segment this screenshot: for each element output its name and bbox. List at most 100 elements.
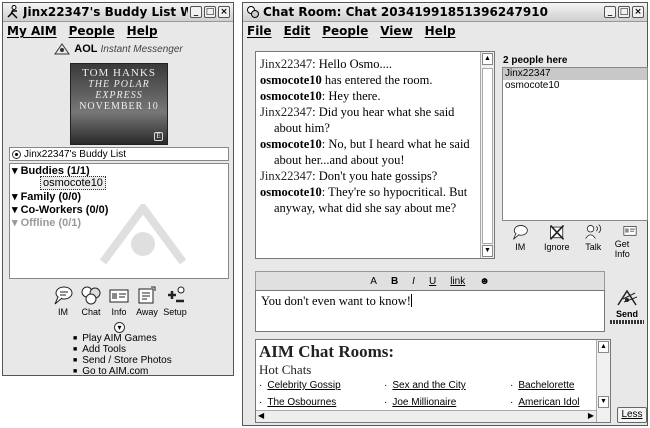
- room-link[interactable]: The Osbournes: [259, 397, 336, 408]
- menu-help[interactable]: Help: [425, 24, 456, 38]
- conversation-text: Jinx22347: Hello Osmo.... osmocote10 has …: [260, 56, 478, 216]
- talk-label: Talk: [585, 242, 602, 252]
- bold-button[interactable]: B: [391, 276, 398, 287]
- message-text: has entered the room.: [321, 73, 433, 87]
- link-button[interactable]: link: [450, 276, 465, 287]
- info-button[interactable]: Info: [106, 284, 132, 317]
- buddy-window-title: Jinx22347's Buddy List Wi...: [23, 5, 188, 19]
- scroll-right-icon[interactable]: ▶: [588, 411, 594, 420]
- scroll-down-icon[interactable]: ▼: [482, 245, 493, 257]
- eye-icon: [12, 149, 21, 159]
- buddy-osmocote10[interactable]: osmocote10: [10, 176, 228, 190]
- close-button[interactable]: ×: [218, 6, 230, 18]
- aol-watermark-icon: [99, 204, 187, 264]
- message-sender[interactable]: Jinx22347: [260, 169, 312, 183]
- message-sender[interactable]: Jinx22347: [260, 57, 312, 71]
- conversation-pane[interactable]: Jinx22347: Hello Osmo.... osmocote10 has …: [255, 51, 495, 259]
- people-list: Jinx22347 osmocote10: [502, 67, 648, 221]
- expand-chevron-icon[interactable]: ▾: [114, 322, 125, 333]
- message-sender[interactable]: osmocote10: [260, 185, 322, 199]
- chat-message: Jinx22347: Don't you hate gossips?: [260, 168, 478, 184]
- ignore-label: Ignore: [543, 242, 570, 252]
- person-jinx22347[interactable]: Jinx22347: [503, 68, 647, 80]
- chat-message: Jinx22347: Did you hear what she said ab…: [260, 104, 478, 136]
- smiley-icon[interactable]: ☻: [479, 276, 490, 287]
- message-sender[interactable]: Jinx22347: [260, 105, 312, 119]
- closed-caption-icon: E: [154, 132, 163, 141]
- ignore-icon: [549, 224, 564, 240]
- less-button[interactable]: Less: [617, 407, 647, 423]
- aol-triangle-icon: [54, 43, 71, 55]
- scroll-up-icon[interactable]: ▲: [482, 53, 493, 65]
- get-info-button[interactable]: Get Info: [615, 223, 645, 259]
- room-link[interactable]: Joe Millionaire: [384, 397, 456, 408]
- chat-message: Jinx22347: Hello Osmo....: [260, 56, 478, 72]
- minimize-button[interactable]: _: [604, 6, 616, 18]
- ignore-button[interactable]: Ignore: [542, 223, 572, 259]
- message-sender[interactable]: osmocote10: [260, 137, 322, 151]
- im-person-button[interactable]: IM: [505, 223, 535, 259]
- text-caret: [410, 294, 412, 307]
- link-play-aim-games[interactable]: Play AIM Games: [73, 333, 172, 344]
- font-size-button[interactable]: A: [370, 276, 377, 287]
- chat-window-title: Chat Room: Chat 20341991851396247910: [263, 5, 548, 19]
- group-family[interactable]: ▾ Family (0/0): [10, 190, 228, 203]
- info-icon: [109, 289, 129, 303]
- message-sender[interactable]: osmocote10: [260, 73, 322, 87]
- chat-menubar: File Edit People View Help: [243, 22, 647, 40]
- chat-message: osmocote10: Hey there.: [260, 88, 478, 104]
- advertisement-banner[interactable]: TOM HANKS THE POLAR EXPRESS NOVEMBER 10 …: [70, 63, 168, 145]
- send-label: Send: [615, 309, 638, 319]
- room-link[interactable]: Celebrity Gossip: [259, 380, 340, 391]
- maximize-button[interactable]: □: [204, 6, 216, 18]
- menu-view[interactable]: View: [380, 24, 412, 38]
- menu-help[interactable]: Help: [127, 24, 158, 38]
- conversation-scrollbar[interactable]: ▲ ▼: [480, 52, 494, 258]
- scroll-thumb[interactable]: [482, 68, 493, 244]
- close-button[interactable]: ×: [632, 6, 644, 18]
- get-info-label: Get Info: [614, 239, 630, 259]
- link-go-to-aim[interactable]: Go to AIM.com: [73, 366, 172, 377]
- scroll-up-icon[interactable]: ▲: [598, 341, 609, 353]
- chat-message: osmocote10: No, but I heard what he said…: [260, 136, 478, 168]
- underline-button[interactable]: U: [429, 276, 436, 287]
- menu-my-aim[interactable]: My AIM: [7, 24, 57, 38]
- menu-file[interactable]: File: [247, 24, 272, 38]
- message-input[interactable]: You don't even want to know!: [255, 290, 605, 332]
- buddy-list-selector[interactable]: Jinx22347's Buddy List: [9, 147, 229, 161]
- rooms-vscrollbar[interactable]: ▲ ▼: [596, 340, 610, 422]
- link-send-store-photos[interactable]: Send / Store Photos: [73, 355, 172, 366]
- menu-edit[interactable]: Edit: [284, 24, 311, 38]
- room-link[interactable]: American Idol: [510, 397, 579, 408]
- buddy-list-window: Jinx22347's Buddy List Wi... _ □ × My AI…: [2, 2, 234, 377]
- message-input-text: You don't even want to know!: [261, 294, 411, 308]
- menu-people[interactable]: People: [69, 24, 115, 38]
- chat-button[interactable]: Chat: [78, 284, 104, 317]
- im-button[interactable]: IM: [50, 284, 76, 317]
- rooms-hscrollbar[interactable]: ◀ ▶: [256, 410, 596, 422]
- chat-icon: [81, 286, 101, 305]
- link-add-tools[interactable]: Add Tools: [73, 344, 172, 355]
- minimize-button[interactable]: _: [190, 6, 202, 18]
- person-osmocote10[interactable]: osmocote10: [503, 80, 647, 92]
- message-sender[interactable]: osmocote10: [260, 89, 322, 103]
- chat-titlebar[interactable]: Chat Room: Chat 20341991851396247910 _ □…: [243, 3, 647, 22]
- scroll-down-icon[interactable]: ▼: [598, 396, 609, 408]
- buddy-list-titlebar[interactable]: Jinx22347's Buddy List Wi... _ □ ×: [3, 3, 233, 22]
- away-button[interactable]: Away: [134, 284, 160, 317]
- send-icon: [617, 289, 638, 306]
- formatting-toolbar: A B I U link ☻: [255, 271, 605, 291]
- talk-button[interactable]: Talk: [578, 223, 608, 259]
- menu-people[interactable]: People: [322, 24, 368, 38]
- room-link[interactable]: Sex and the City: [384, 380, 465, 391]
- away-label: Away: [136, 307, 158, 317]
- message-text: Don't you hate gossips?: [315, 169, 438, 183]
- room-link[interactable]: Bachelorette: [510, 380, 574, 391]
- italic-button[interactable]: I: [412, 276, 415, 287]
- maximize-button[interactable]: □: [618, 6, 630, 18]
- scroll-left-icon[interactable]: ◀: [258, 411, 264, 420]
- ad-line-1: TOM HANKS: [82, 67, 156, 79]
- running-man-icon: [7, 5, 18, 19]
- send-button[interactable]: Send: [607, 287, 647, 335]
- setup-button[interactable]: Setup: [162, 284, 188, 317]
